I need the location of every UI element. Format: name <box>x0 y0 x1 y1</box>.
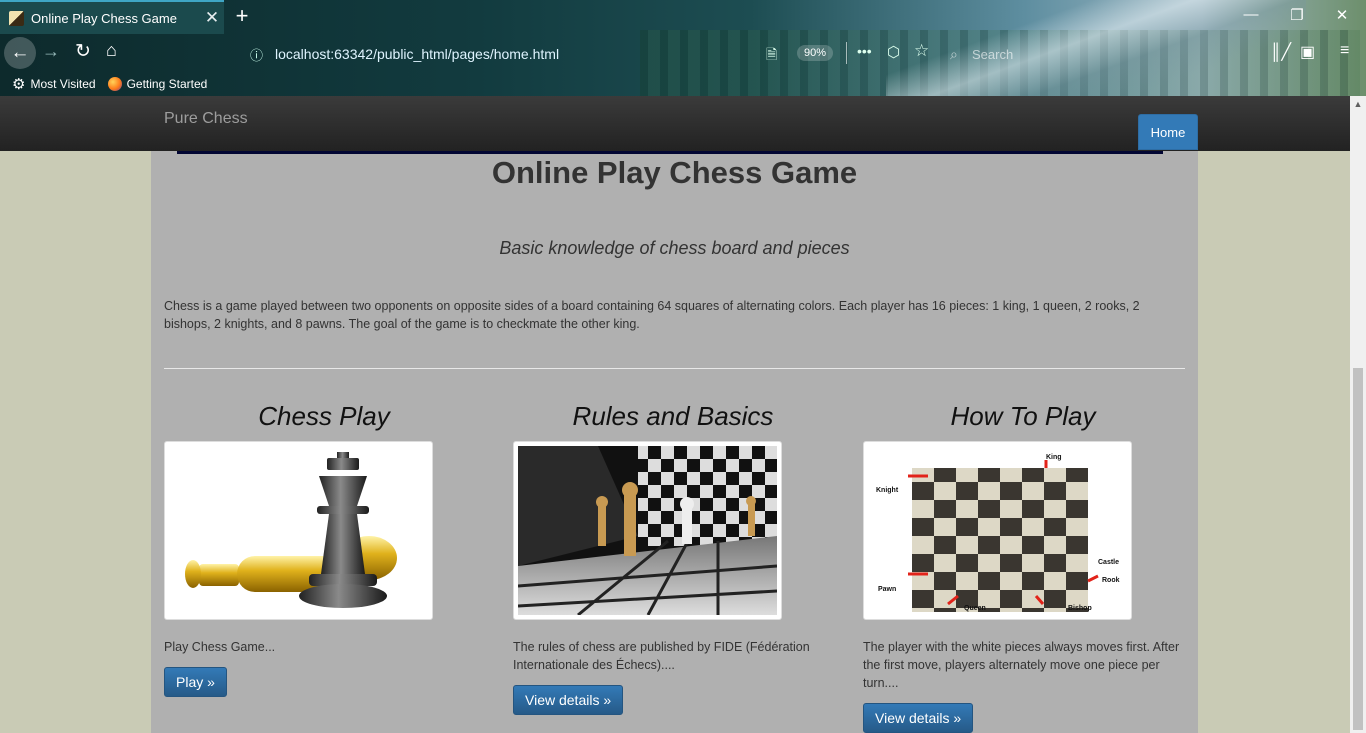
zoom-level[interactable]: 90% <box>797 45 834 61</box>
bookmarks-toolbar: ⚙ Most Visited Getting Started <box>0 72 207 96</box>
firefox-icon <box>107 77 122 91</box>
search-box[interactable]: ⌕ Search <box>950 39 1150 69</box>
label-bishop: Bishop <box>1068 605 1092 612</box>
search-icon: ⌕ <box>950 45 958 62</box>
feature-column-rules: Rules and Basics The rules of chess are … <box>513 401 833 715</box>
menu-icon[interactable]: ≡ <box>1340 42 1349 60</box>
jumbotron-top-border <box>177 151 1163 154</box>
king-and-fallen-king-illustration <box>169 446 428 615</box>
feature-column-how-to-play: How To Play King Knight Castle Rook Pawn… <box>863 401 1183 733</box>
feature-column-chess-play: Chess Play Play Chess Game... Play » <box>164 401 484 697</box>
chess-rules-image <box>513 441 782 620</box>
forward-icon[interactable]: → <box>42 41 60 62</box>
label-castle: Castle <box>1098 559 1119 566</box>
label-queen: Queen <box>964 605 986 612</box>
view-details-button[interactable]: View details » <box>513 685 624 715</box>
home-icon[interactable]: ⌂ <box>106 40 117 61</box>
bookmark-most-visited[interactable]: ⚙ Most Visited <box>12 75 96 93</box>
bookmark-label: Most Visited <box>30 77 96 91</box>
chess-board-diagram-image: King Knight Castle Rook Pawn Queen Bisho… <box>863 441 1132 620</box>
chess-favicon-icon <box>9 10 24 26</box>
back-icon[interactable]: ← <box>4 37 36 69</box>
restore-icon[interactable]: ❐ <box>1282 6 1312 24</box>
pocket-icon[interactable]: ⬡ <box>887 43 900 61</box>
bookmark-star-icon[interactable]: ☆ <box>914 41 929 61</box>
nav-home-link[interactable]: Home <box>1138 114 1198 150</box>
library-icon[interactable]: ║╱ <box>1270 42 1291 62</box>
reload-icon[interactable]: ↻ <box>75 40 91 63</box>
bookmark-label: Getting Started <box>126 77 208 91</box>
column-text: The player with the white pieces always … <box>863 640 1180 690</box>
label-king: King <box>1046 454 1062 461</box>
label-rook: Rook <box>1102 577 1120 584</box>
page-subtitle: Basic knowledge of chess board and piece… <box>499 238 850 258</box>
column-heading: Chess Play <box>258 401 390 431</box>
page-actions-icon[interactable]: ••• <box>857 43 872 59</box>
site-info-icon[interactable]: ⓘ <box>250 45 270 64</box>
browser-chrome: Online Play Chess Game ✕ + ― ❐ ✕ ← → ↻ ⌂… <box>0 0 1366 96</box>
column-heading: How To Play <box>950 401 1096 431</box>
main-content: Online Play Chess Game Basic knowledge o… <box>151 151 1198 733</box>
column-heading: Rules and Basics <box>572 401 774 431</box>
column-text: The rules of chess are published by FIDE… <box>513 640 810 672</box>
brand-link[interactable]: Pure Chess <box>164 110 248 128</box>
close-window-icon[interactable]: ✕ <box>1327 6 1357 24</box>
intro-paragraph: Chess is a game played between two oppon… <box>164 299 1140 331</box>
chess-pieces-image <box>164 441 433 620</box>
label-pawn: Pawn <box>878 586 896 593</box>
sidebar-icon[interactable]: ▣ <box>1300 42 1315 62</box>
browser-tab[interactable]: Online Play Chess Game ✕ <box>0 0 224 34</box>
scroll-up-icon[interactable]: ▲ <box>1350 99 1366 109</box>
search-placeholder: Search <box>972 46 1014 62</box>
minimize-icon[interactable]: ― <box>1236 6 1266 23</box>
address-bar[interactable]: ⓘ localhost:63342/public_html/pages/home… <box>240 39 850 69</box>
gear-icon: ⚙ <box>12 76 26 93</box>
page-viewport: Pure Chess Home Online Play Chess Game B… <box>0 96 1350 733</box>
page-title: Online Play Chess Game <box>491 155 858 190</box>
checkered-perspective-illustration <box>517 446 778 617</box>
view-details-button[interactable]: View details » <box>863 703 974 733</box>
new-tab-icon[interactable]: + <box>230 4 254 28</box>
label-knight: Knight <box>876 487 899 494</box>
divider <box>164 368 1185 369</box>
play-button[interactable]: Play » <box>164 667 227 697</box>
scrollbar-thumb[interactable] <box>1353 368 1363 730</box>
close-tab-icon[interactable]: ✕ <box>200 8 224 28</box>
page-scrollbar[interactable]: ▲ <box>1350 96 1366 733</box>
tab-title: Online Play Chess Game <box>31 10 177 26</box>
toolbar-separator <box>846 42 847 64</box>
url-text: localhost:63342/public_html/pages/home.h… <box>275 46 560 62</box>
site-navbar: Pure Chess Home <box>0 96 1350 151</box>
board-setup-diagram: King Knight Castle Rook Pawn Queen Bisho… <box>868 446 1127 615</box>
reader-view-icon[interactable]: 🗎 <box>766 44 777 68</box>
column-text: Play Chess Game... <box>164 640 276 654</box>
bookmark-getting-started[interactable]: Getting Started <box>107 77 208 91</box>
